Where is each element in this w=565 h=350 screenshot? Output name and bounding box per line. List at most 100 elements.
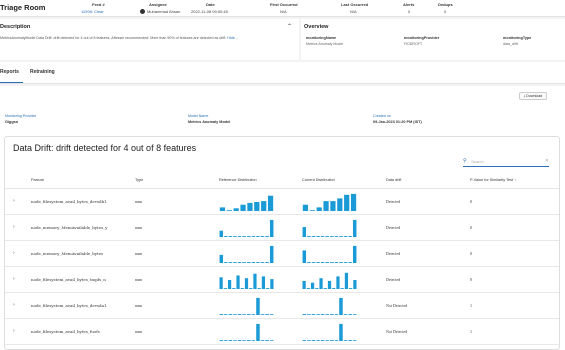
histogram-bar (302, 314, 307, 315)
histogram-bar (339, 236, 343, 237)
histogram-bar (219, 254, 224, 263)
histogram-bar (265, 262, 269, 263)
histogram-bar (228, 262, 233, 263)
chevron-right-icon[interactable]: › (13, 302, 15, 308)
feature-type: num (135, 251, 143, 256)
histogram-bar (330, 236, 334, 237)
col-data-drift[interactable]: Data drift (386, 178, 401, 182)
chevron-right-icon[interactable]: › (13, 198, 15, 204)
histogram-bar (219, 207, 226, 211)
histogram-bar (334, 236, 339, 237)
date-header: Date (206, 2, 215, 7)
histogram-bar (339, 323, 343, 341)
assignee-value[interactable]: Muhammad Ahsan (140, 9, 180, 15)
dedups-header: Dedups (438, 2, 453, 7)
histogram-bar (253, 273, 257, 289)
current-distribution-histogram (302, 219, 357, 237)
drift-status: Detected (386, 251, 401, 256)
chevron-right-icon[interactable]: › (13, 276, 15, 282)
search-input[interactable]: ⚲ Search ✕ (463, 157, 549, 167)
assignee-header: Assignee (149, 2, 167, 7)
overview-value: FIDDROFT (404, 42, 423, 46)
overview-value: Metrics Anomaly Model (306, 42, 344, 46)
histogram-bar (256, 297, 260, 315)
reference-distribution-histogram (219, 297, 274, 315)
histogram-bar (260, 314, 265, 315)
table-row[interactable]: › node_filesystem_avail_bytes_tmpfs_n num D… (5, 267, 559, 293)
meta-value: Metrics Anomaly Model (188, 120, 231, 124)
histogram-bar (242, 236, 246, 237)
histogram-bar (240, 204, 246, 211)
search-placeholder: Search (471, 159, 484, 164)
drift-status: Detected (386, 277, 401, 282)
current-distribution-histogram (302, 272, 357, 289)
first-occurred-header: First Occurred (270, 2, 298, 7)
histogram-bar (256, 236, 260, 237)
histogram-bar (349, 288, 353, 289)
histogram-bar (242, 314, 246, 315)
date-value: 2022-11-08 09:00:45 (191, 9, 228, 14)
feature-name: node_filesystem_avail_bytes_fuofs (31, 329, 100, 334)
table-row[interactable]: › node_memory_MemAvailable_bytes_y num Dete… (5, 215, 559, 241)
histogram-bar (233, 262, 237, 263)
histogram-bar (228, 236, 233, 237)
histogram-bar (320, 236, 325, 237)
chevron-right-icon[interactable]: › (13, 328, 15, 334)
feature-name: node_filesystem_avail_bytes_tmpfs_n (31, 277, 106, 282)
avatar (140, 9, 145, 15)
overview-title: Overview (304, 24, 329, 30)
overview-value: data_drift (503, 42, 518, 46)
table-row[interactable]: › node_filesystem_avail_bytes_devsdb1 num D… (5, 189, 559, 215)
hide-link[interactable]: Hide... (227, 36, 237, 40)
feature-name: node_memory_MemAvailable_bytes (31, 251, 104, 256)
histogram-bar (352, 245, 357, 263)
current-distribution-histogram (302, 297, 357, 315)
feature-type: num (135, 225, 143, 230)
histogram-bar (224, 236, 228, 237)
histogram-bar (223, 288, 227, 289)
table-row[interactable]: › node_memory_MemAvailable_bytes num Detect… (5, 241, 559, 267)
alerts-value: 0 (408, 9, 411, 14)
histogram-bar (242, 340, 246, 341)
table-row[interactable]: › node_filesystem_avail_bytes_devsda1 num N… (5, 293, 559, 319)
histogram-bar (311, 262, 316, 263)
tab-bar: Reports Retraining (0, 62, 565, 84)
histogram-bar (219, 277, 223, 289)
histogram-bar (247, 340, 251, 341)
histogram-bar (334, 262, 339, 263)
histogram-bar (247, 262, 251, 263)
col-feature[interactable]: Feature (31, 178, 44, 182)
histogram-bar (251, 236, 256, 237)
meta-value: 09-Jan-2023 01:20 PM (IST) (373, 120, 422, 124)
histogram-bar (249, 288, 253, 289)
chevron-right-icon[interactable]: › (13, 250, 15, 256)
histogram-bar (219, 340, 224, 341)
feed-value[interactable]: 11998: Clear (81, 9, 104, 14)
histogram-bar (233, 208, 239, 211)
reference-distribution-histogram (219, 323, 274, 341)
chevron-right-icon[interactable]: › (13, 224, 15, 230)
tab-retraining[interactable]: Retraining (30, 69, 55, 75)
tab-reports[interactable]: Reports (0, 69, 23, 83)
histogram-bar (353, 280, 357, 289)
chevron-up-icon[interactable]: ⌃ (287, 23, 292, 30)
alerts-header: Alerts (403, 2, 415, 7)
col-type[interactable]: Type (135, 178, 143, 182)
histogram-bar (311, 340, 316, 341)
table-row[interactable]: › node_filesystem_avail_bytes_fuofs num Not… (5, 319, 559, 345)
histogram-bar (302, 250, 307, 263)
histogram-bar (302, 340, 307, 341)
histogram-bar (219, 314, 224, 315)
histogram-bar (340, 288, 344, 289)
download-button[interactable]: ⤓ Download (519, 92, 547, 100)
histogram-bar (352, 340, 357, 341)
reference-distribution-histogram (219, 219, 274, 237)
histogram-bar (339, 297, 343, 315)
col-p-value[interactable]: P-Value for Similarity Test ↑ (470, 178, 516, 182)
clear-icon[interactable]: ✕ (545, 158, 549, 164)
histogram-bar (224, 340, 228, 341)
histogram-bar (247, 202, 253, 211)
feature-type: num (135, 303, 143, 308)
drift-status: Not Detected (386, 303, 408, 308)
histogram-bar (332, 288, 336, 289)
